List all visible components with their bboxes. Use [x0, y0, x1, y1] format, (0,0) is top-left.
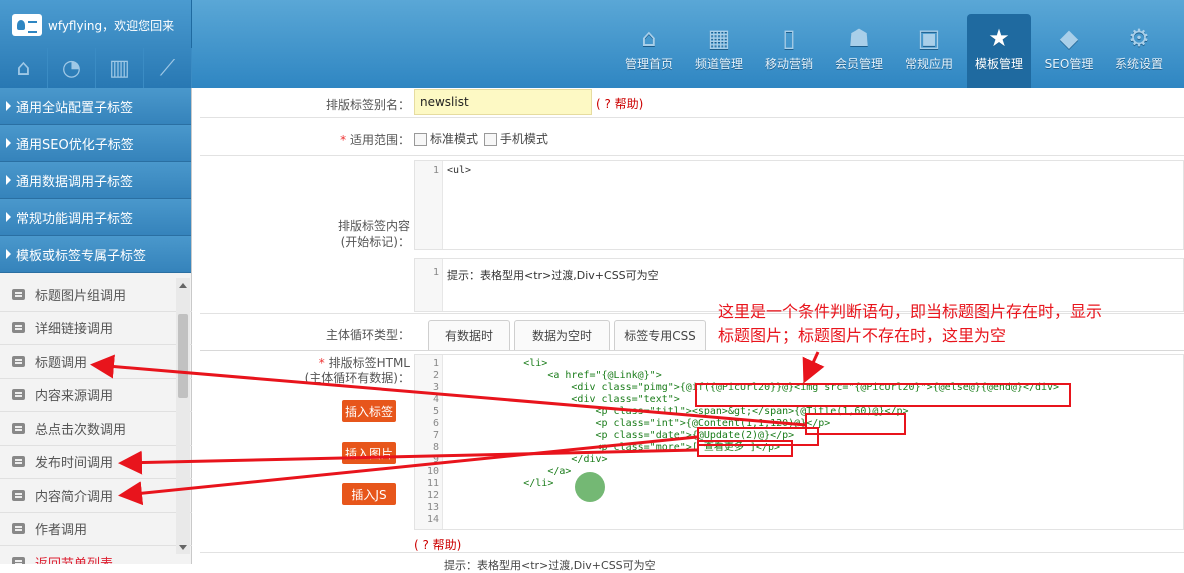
arrow-to-content-item	[118, 435, 698, 506]
mouse-cursor	[575, 472, 605, 502]
arrow-to-title-item	[90, 354, 807, 427]
arrow-to-update-item	[118, 448, 698, 475]
arrow-to-annotation	[802, 351, 825, 384]
